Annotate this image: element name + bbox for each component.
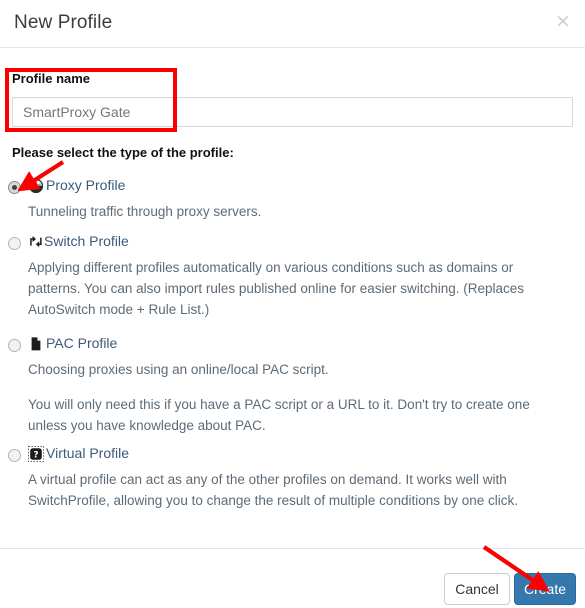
dialog-header: New Profile ×	[0, 0, 585, 48]
switch-profile-radio[interactable]	[8, 237, 21, 250]
profile-type-description-switch: Applying different profiles automaticall…	[28, 260, 525, 317]
document-icon	[28, 336, 44, 352]
dialog-body: Profile name Please select the type of t…	[0, 48, 585, 548]
profile-type-description-pac-1: Choosing proxies using an online/local P…	[28, 362, 329, 377]
proxy-profile-radio[interactable]	[8, 181, 21, 194]
close-icon[interactable]: ×	[553, 11, 573, 31]
pac-profile-radio[interactable]	[8, 339, 21, 352]
profile-name-input[interactable]	[12, 97, 573, 127]
profile-type-description-proxy: Tunneling traffic through proxy servers.	[28, 204, 262, 219]
profile-type-label-pac[interactable]: PAC Profile	[46, 335, 117, 351]
profile-type-label-switch[interactable]: Switch Profile	[44, 233, 129, 249]
globe-icon	[28, 178, 44, 194]
svg-text:?: ?	[33, 451, 38, 461]
dialog-footer: Cancel Create	[0, 548, 585, 608]
profile-type-description-virtual: A virtual profile can act as any of the …	[28, 472, 519, 508]
profile-type-prompt: Please select the type of the profile:	[12, 145, 234, 160]
profile-name-label: Profile name	[12, 71, 91, 86]
profile-type-label-proxy[interactable]: Proxy Profile	[46, 177, 125, 193]
cancel-button[interactable]: Cancel	[444, 573, 510, 605]
create-button[interactable]: Create	[514, 573, 576, 605]
profile-type-description-pac-2: You will only need this if you have a PA…	[28, 397, 530, 433]
question-badge-icon: ?	[27, 445, 45, 463]
page-title: New Profile	[14, 12, 113, 33]
virtual-profile-radio[interactable]	[8, 449, 21, 462]
exchange-arrows-icon	[28, 234, 44, 250]
profile-type-label-virtual[interactable]: Virtual Profile	[46, 445, 129, 461]
new-profile-dialog: New Profile × Profile name Please select…	[0, 0, 585, 608]
